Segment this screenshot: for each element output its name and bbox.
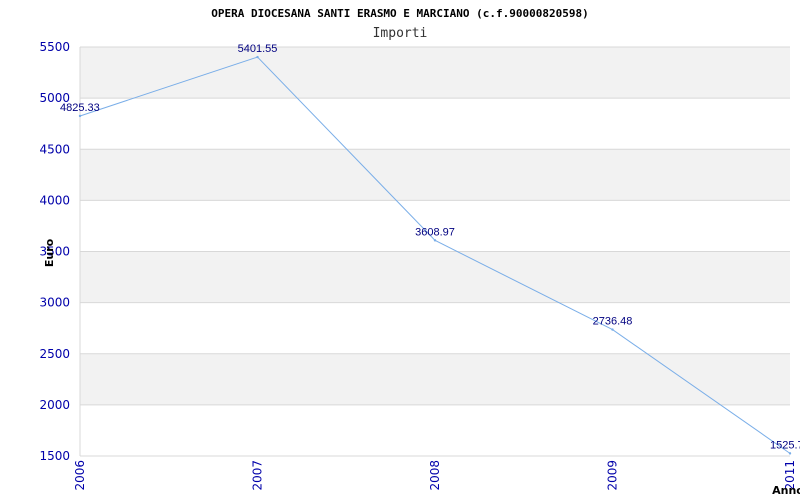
y-tick-label: 1500 [39, 449, 70, 463]
data-point [256, 55, 259, 59]
chart-subtitle: Importi [373, 26, 428, 41]
x-tick-label: 2009 [606, 460, 620, 491]
x-tick-label: 2007 [251, 460, 265, 491]
data-label: 3608.97 [415, 226, 455, 238]
background-band [80, 251, 790, 303]
data-label: 5401.55 [238, 43, 278, 55]
data-label: 2736.48 [593, 316, 633, 328]
x-axis-ticks: 2006 2007 2008 2009 2011 [73, 460, 797, 491]
line-chart: OPERA DIOCESANA SANTI ERASMO E MARCIANO … [39, 7, 800, 497]
data-point [433, 239, 437, 242]
data-point [78, 114, 82, 118]
y-tick-label: 2500 [39, 347, 70, 361]
y-tick-label: 5500 [39, 40, 70, 54]
background-band [80, 47, 790, 99]
y-axis-label: Euro [43, 238, 56, 267]
background-band [80, 98, 790, 150]
y-tick-label: 3000 [39, 296, 70, 310]
x-axis-label: Anno [772, 484, 800, 497]
chart-title: OPERA DIOCESANA SANTI ERASMO E MARCIANO … [211, 7, 589, 20]
x-tick-label: 2006 [73, 460, 87, 491]
data-point [611, 328, 614, 331]
background-band [80, 404, 790, 456]
background-band [80, 149, 790, 201]
y-tick-label: 2000 [39, 398, 70, 412]
background-band [80, 302, 790, 354]
data-label: 1525.7 [770, 439, 800, 451]
x-tick-label: 2008 [428, 460, 442, 491]
y-tick-label: 4500 [39, 142, 70, 156]
y-tick-label: 4000 [39, 193, 70, 207]
chart-container: OPERA DIOCESANA SANTI ERASMO E MARCIANO … [0, 0, 800, 500]
data-label: 4825.33 [60, 102, 100, 114]
data-point [788, 452, 792, 455]
